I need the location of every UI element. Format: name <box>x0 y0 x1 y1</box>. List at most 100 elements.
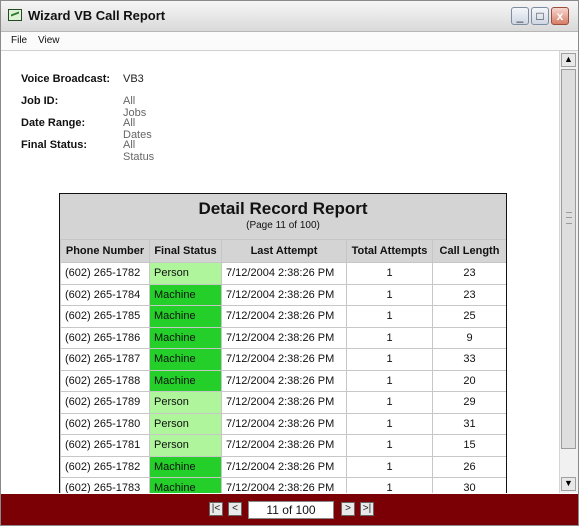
scroll-up-button[interactable]: ▲ <box>561 53 576 67</box>
phone-number-cell: (602) 265-1783 <box>60 477 150 493</box>
pagination-bar: |< < 11 of 100 > >| <box>1 494 578 525</box>
last-attempt-cell: 7/12/2004 2:38:26 PM <box>221 391 347 414</box>
last-attempt-cell: 7/12/2004 2:38:26 PM <box>221 477 347 493</box>
phone-number-cell: (602) 265-1789 <box>60 391 150 414</box>
minimize-button[interactable]: _ <box>511 7 529 25</box>
phone-number-cell: (602) 265-1780 <box>60 412 150 435</box>
final-status-cell: Machine <box>149 348 222 371</box>
last-attempt-cell: 7/12/2004 2:38:26 PM <box>221 283 347 306</box>
table-row: (602) 265-1788 Machine 7/12/2004 2:38:26… <box>60 369 506 392</box>
column-header-total-attempts[interactable]: Total Attempts <box>346 239 433 263</box>
final-status-cell: Machine <box>149 369 222 392</box>
phone-number-cell: (602) 265-1786 <box>60 326 150 349</box>
column-header-phone-number[interactable]: Phone Number <box>60 239 150 263</box>
window-title: Wizard VB Call Report <box>28 8 166 23</box>
next-page-button[interactable]: > <box>341 502 355 516</box>
call-length-cell: 23 <box>432 283 506 306</box>
summary-label: Voice Broadcast: <box>21 73 111 85</box>
vertical-scrollbar[interactable]: ▲ ▼ <box>559 51 578 493</box>
column-header-final-status[interactable]: Final Status <box>149 239 222 263</box>
table-row: (602) 265-1789 Person 7/12/2004 2:38:26 … <box>60 391 506 414</box>
last-attempt-cell: 7/12/2004 2:38:26 PM <box>221 369 347 392</box>
final-status-cell: Person <box>149 391 222 414</box>
call-length-cell: 20 <box>432 369 506 392</box>
call-length-cell: 31 <box>432 412 506 435</box>
phone-number-cell: (602) 265-1788 <box>60 369 150 392</box>
table-row: (602) 265-1785 Machine 7/12/2004 2:38:26… <box>60 305 506 328</box>
table-row: (602) 265-1782 Machine 7/12/2004 2:38:26… <box>60 455 506 478</box>
summary-label: Final Status: <box>21 139 88 151</box>
column-header-call-length[interactable]: Call Length <box>432 239 506 263</box>
total-attempts-cell: 1 <box>346 477 433 493</box>
maximize-button[interactable]: □ <box>531 7 549 25</box>
last-attempt-cell: 7/12/2004 2:38:26 PM <box>221 455 347 478</box>
phone-number-cell: (602) 265-1785 <box>60 305 150 328</box>
final-status-cell: Person <box>149 434 222 457</box>
call-length-cell: 23 <box>432 262 506 285</box>
phone-number-cell: (602) 265-1782 <box>60 455 150 478</box>
last-attempt-cell: 7/12/2004 2:38:26 PM <box>221 262 347 285</box>
report-viewport: Voice Broadcast: VB3 Job ID: All Jobs Da… <box>1 51 559 493</box>
call-length-cell: 30 <box>432 477 506 493</box>
summary-value: VB3 <box>123 73 144 85</box>
total-attempts-cell: 1 <box>346 348 433 371</box>
table-row: (602) 265-1780 Person 7/12/2004 2:38:26 … <box>60 412 506 435</box>
total-attempts-cell: 1 <box>346 283 433 306</box>
summary-value: All Dates <box>123 117 152 141</box>
table-row: (602) 265-1781 Person 7/12/2004 2:38:26 … <box>60 434 506 457</box>
column-header-last-attempt[interactable]: Last Attempt <box>221 239 347 263</box>
chart-icon <box>8 9 22 21</box>
last-attempt-cell: 7/12/2004 2:38:26 PM <box>221 326 347 349</box>
call-length-cell: 33 <box>432 348 506 371</box>
total-attempts-cell: 1 <box>346 434 433 457</box>
detail-record-report: Detail Record Report (Page 11 of 100) Ph… <box>59 193 507 493</box>
summary-label: Job ID: <box>21 95 59 107</box>
table-row: (602) 265-1787 Machine 7/12/2004 2:38:26… <box>60 348 506 371</box>
summary-label: Date Range: <box>21 117 86 129</box>
first-page-button[interactable]: |< <box>209 502 223 516</box>
report-title: Detail Record Report <box>198 199 368 218</box>
menu-bar: File View <box>1 32 578 51</box>
report-window: Wizard VB Call Report _ □ x File View Vo… <box>0 0 579 526</box>
previous-page-button[interactable]: < <box>228 502 242 516</box>
menu-view[interactable]: View <box>38 35 60 46</box>
summary-value: All Status <box>123 139 155 163</box>
call-length-cell: 25 <box>432 305 506 328</box>
final-status-cell: Machine <box>149 455 222 478</box>
title-bar: Wizard VB Call Report _ □ x <box>1 1 578 32</box>
table-row: (602) 265-1784 Machine 7/12/2004 2:38:26… <box>60 283 506 306</box>
last-attempt-cell: 7/12/2004 2:38:26 PM <box>221 348 347 371</box>
call-length-cell: 15 <box>432 434 506 457</box>
report-header: Detail Record Report (Page 11 of 100) <box>60 194 506 239</box>
detail-record-table: Phone Number Final Status Last Attempt T… <box>60 239 506 493</box>
total-attempts-cell: 1 <box>346 369 433 392</box>
menu-file[interactable]: File <box>11 35 27 46</box>
last-attempt-cell: 7/12/2004 2:38:26 PM <box>221 412 347 435</box>
phone-number-cell: (602) 265-1782 <box>60 262 150 285</box>
final-status-cell: Machine <box>149 283 222 306</box>
table-header-row: Phone Number Final Status Last Attempt T… <box>60 239 506 263</box>
report-page-subtitle: (Page 11 of 100) <box>246 220 320 231</box>
summary-value: All Jobs <box>123 95 147 119</box>
final-status-cell: Person <box>149 262 222 285</box>
table-row: (602) 265-1783 Machine 7/12/2004 2:38:26… <box>60 477 506 493</box>
total-attempts-cell: 1 <box>346 391 433 414</box>
table-row: (602) 265-1786 Machine 7/12/2004 2:38:26… <box>60 326 506 349</box>
last-attempt-cell: 7/12/2004 2:38:26 PM <box>221 434 347 457</box>
total-attempts-cell: 1 <box>346 326 433 349</box>
final-status-cell: Person <box>149 412 222 435</box>
last-page-button[interactable]: >| <box>360 502 374 516</box>
scroll-grip-icon <box>566 212 572 224</box>
table-row: (602) 265-1782 Person 7/12/2004 2:38:26 … <box>60 262 506 285</box>
phone-number-cell: (602) 265-1787 <box>60 348 150 371</box>
page-indicator: 11 of 100 <box>248 501 334 519</box>
total-attempts-cell: 1 <box>346 262 433 285</box>
close-button[interactable]: x <box>551 7 569 25</box>
phone-number-cell: (602) 265-1784 <box>60 283 150 306</box>
final-status-cell: Machine <box>149 326 222 349</box>
phone-number-cell: (602) 265-1781 <box>60 434 150 457</box>
scroll-down-button[interactable]: ▼ <box>561 477 576 491</box>
total-attempts-cell: 1 <box>346 305 433 328</box>
call-length-cell: 26 <box>432 455 506 478</box>
scroll-thumb[interactable] <box>561 69 576 449</box>
